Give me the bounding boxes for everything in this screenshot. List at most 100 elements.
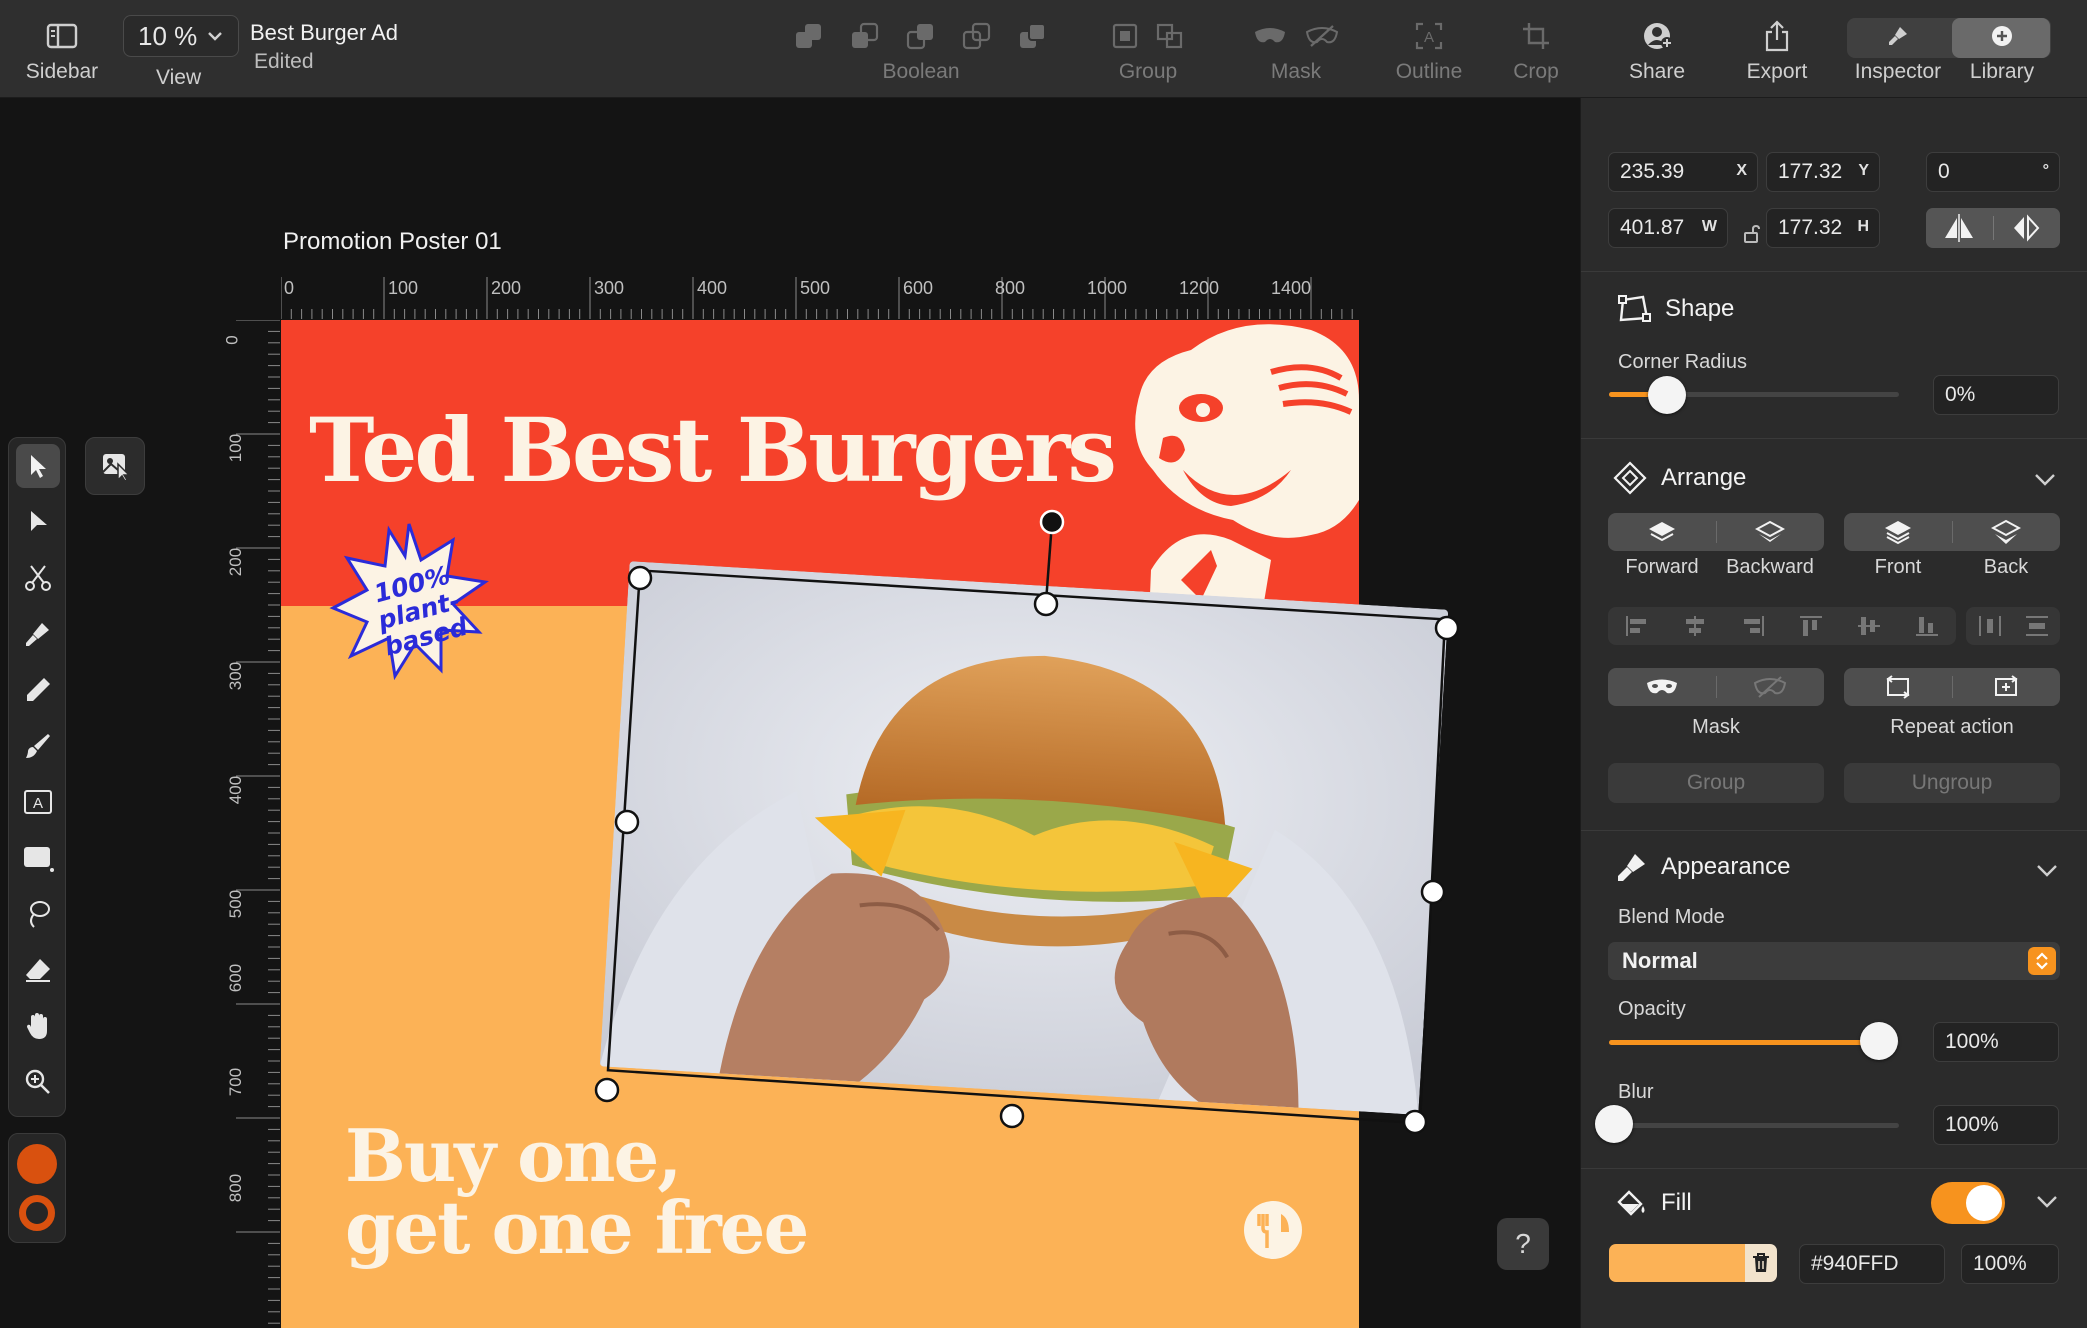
group-button[interactable]: Group <box>1098 0 1198 98</box>
crop-button[interactable]: Crop <box>1500 0 1572 98</box>
hand-tool[interactable] <box>16 1004 60 1048</box>
view-label[interactable]: View <box>156 66 201 90</box>
opacity-knob[interactable] <box>1859 1022 1898 1060</box>
delete-fill-button[interactable] <box>1745 1244 1777 1282</box>
fill-toggle[interactable] <box>1931 1182 2005 1224</box>
resize-handle-tl[interactable] <box>627 565 653 591</box>
backward-button[interactable] <box>1717 513 1825 551</box>
zoom-tool[interactable] <box>16 1060 60 1104</box>
corner-radius-field[interactable]: 0% <box>1933 375 2059 415</box>
fill-color-swatch[interactable] <box>1609 1244 1757 1282</box>
group-button-disabled[interactable]: Group <box>1608 763 1824 803</box>
blur-field[interactable]: 100% <box>1933 1105 2059 1145</box>
scissors-tool[interactable] <box>16 556 60 600</box>
y-field[interactable]: 177.32 Y <box>1766 152 1880 192</box>
document-title[interactable]: Best Burger Ad <box>250 20 398 46</box>
export-button[interactable]: Export <box>1738 0 1816 98</box>
inspector-button[interactable]: Inspector <box>1846 0 1950 98</box>
flip-horizontal-button[interactable] <box>1926 208 1993 248</box>
repeat-transform-button[interactable] <box>1844 668 1952 706</box>
fill-chevron-down-icon[interactable] <box>2036 1195 2058 1209</box>
resize-handle-br[interactable] <box>1402 1109 1428 1135</box>
fill-tool[interactable] <box>16 892 60 936</box>
unmask-button[interactable] <box>1717 668 1825 706</box>
resize-handle-tr[interactable] <box>1434 615 1460 641</box>
mask-button[interactable] <box>1608 668 1716 706</box>
align-left-icon[interactable] <box>1624 614 1650 638</box>
w-field[interactable]: 401.87 W <box>1608 208 1728 248</box>
library-button[interactable]: Library <box>1952 0 2052 98</box>
resize-handle-bl[interactable] <box>594 1077 620 1103</box>
zoom-dropdown[interactable]: 10 % <box>123 15 239 57</box>
eraser-tool[interactable] <box>16 948 60 992</box>
fill-section-title: Fill <box>1615 1188 1692 1218</box>
fill-title: Fill <box>1661 1189 1692 1216</box>
appearance-chevron-down-icon[interactable] <box>2036 864 2058 878</box>
back-button[interactable] <box>1953 513 2061 551</box>
resize-handle-l[interactable] <box>614 809 640 835</box>
lock-open-icon[interactable] <box>1743 224 1761 244</box>
image-tool-button[interactable] <box>85 437 145 495</box>
resize-handle-b[interactable] <box>999 1103 1025 1129</box>
boolean-subtract-icon[interactable] <box>850 22 880 50</box>
share-button[interactable]: Share <box>1620 0 1694 98</box>
corner-radius-value: 0% <box>1945 383 1976 406</box>
resize-handle-r[interactable] <box>1420 879 1446 905</box>
distribute-v-icon[interactable] <box>2024 614 2050 638</box>
h-field[interactable]: 177.32 H <box>1766 208 1880 248</box>
divider <box>1581 1168 2087 1169</box>
boolean-divide-icon[interactable] <box>1018 22 1048 50</box>
send-to-back-icon <box>1991 519 2022 544</box>
pen-tool[interactable] <box>16 612 60 656</box>
flip-vertical-button[interactable] <box>1994 208 2061 248</box>
rotation-field[interactable]: 0 ° <box>1926 152 2060 192</box>
y-label: Y <box>1858 162 1869 179</box>
outline-button[interactable]: A Outline <box>1384 0 1474 98</box>
sidebar-button[interactable]: Sidebar <box>14 0 110 98</box>
x-field[interactable]: 235.39 X <box>1608 152 1758 192</box>
poster-headline[interactable]: Ted Best Burgers <box>309 398 1117 502</box>
divider <box>1581 830 2087 831</box>
fill-hex-field[interactable]: #940FFD <box>1799 1244 1945 1284</box>
poster-tagline[interactable]: Buy one, get one free <box>345 1120 809 1264</box>
boolean-intersect-icon[interactable] <box>906 22 936 50</box>
align-top-icon[interactable] <box>1798 614 1824 638</box>
blur-knob[interactable] <box>1595 1105 1633 1143</box>
corner-radius-knob[interactable] <box>1648 376 1686 414</box>
ungroup-button-disabled[interactable]: Ungroup <box>1844 763 2060 803</box>
shape-path-icon <box>1618 295 1651 322</box>
ruler-v-label: 600 <box>226 963 246 993</box>
front-button[interactable] <box>1844 513 1952 551</box>
paintbrush-icon <box>26 734 50 758</box>
blur-track[interactable] <box>1609 1123 1899 1128</box>
help-button[interactable]: ? <box>1497 1218 1549 1270</box>
arrange-chevron-down-icon[interactable] <box>2034 473 2056 487</box>
artboard-title[interactable]: Promotion Poster 01 <box>283 228 502 256</box>
mask-button[interactable]: Mask <box>1246 0 1346 98</box>
align-right-icon[interactable] <box>1740 614 1766 638</box>
blend-mode-select[interactable]: Normal <box>1608 942 2060 980</box>
opacity-field[interactable]: 100% <box>1933 1022 2059 1062</box>
arrange-diamond-icon <box>1613 461 1647 495</box>
fill-opacity-field[interactable]: 100% <box>1961 1244 2059 1284</box>
brush-tool[interactable] <box>16 724 60 768</box>
shape-tool[interactable] <box>16 836 60 880</box>
align-center-h-icon[interactable] <box>1682 614 1708 638</box>
resize-handle-t[interactable] <box>1033 591 1059 617</box>
boolean-union-icon[interactable] <box>794 22 824 50</box>
select-tool[interactable] <box>16 444 60 488</box>
align-bottom-icon[interactable] <box>1914 614 1940 638</box>
pencil-tool[interactable] <box>16 668 60 712</box>
ruler-h-label: 300 <box>594 278 625 298</box>
distribute-h-icon[interactable] <box>1977 614 2003 638</box>
align-center-v-icon[interactable] <box>1856 614 1882 638</box>
direct-select-tool[interactable] <box>16 500 60 544</box>
fill-color-well[interactable] <box>17 1144 57 1184</box>
repeat-duplicate-button[interactable] <box>1953 668 2061 706</box>
rotation-handle[interactable] <box>1039 509 1065 535</box>
forward-button[interactable] <box>1608 513 1716 551</box>
boolean-exclude-icon[interactable] <box>962 22 992 50</box>
stroke-color-well[interactable] <box>19 1195 55 1231</box>
text-tool[interactable]: A <box>16 780 60 824</box>
blur-value: 100% <box>1945 1113 1999 1136</box>
